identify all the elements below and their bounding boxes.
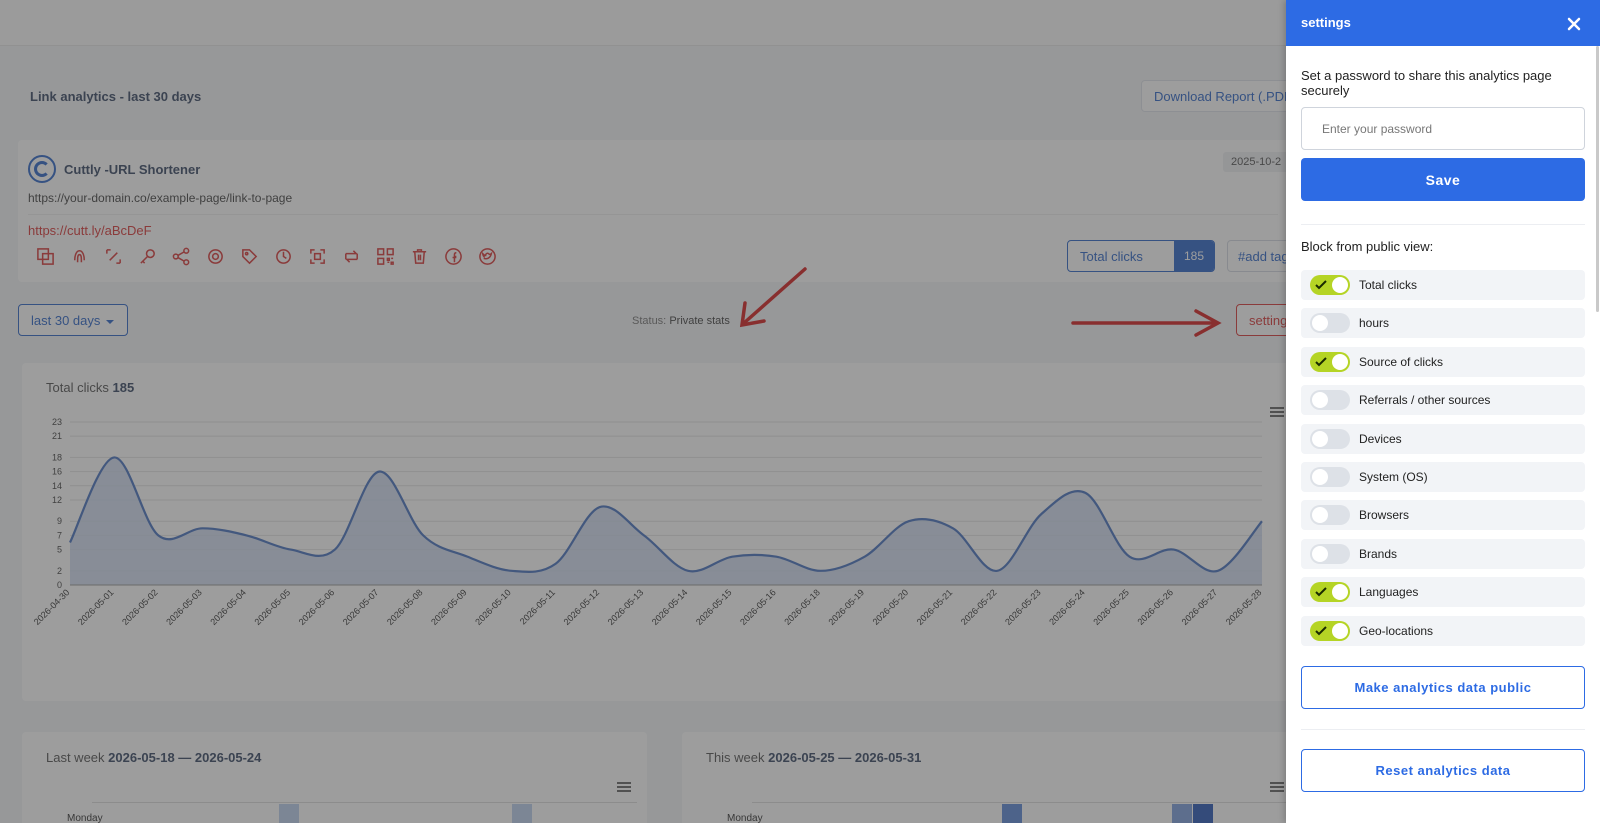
block-toggle-list: Total clicks hours Source of clicks Referra… <box>1301 270 1585 654</box>
save-password-button[interactable]: Save <box>1301 158 1585 201</box>
toggle-knob <box>1332 277 1348 293</box>
toggle-knob <box>1312 430 1328 447</box>
password-description: Set a password to share this analytics p… <box>1301 68 1552 98</box>
settings-panel-header: settings <box>1286 0 1600 46</box>
toggle-switch[interactable] <box>1310 313 1350 334</box>
block-toggle-row[interactable]: Browsers <box>1301 500 1585 531</box>
toggle-label: Browsers <box>1359 508 1410 523</box>
block-toggle-row[interactable]: Devices <box>1301 423 1585 454</box>
toggle-knob <box>1312 507 1328 524</box>
toggle-knob <box>1332 584 1348 601</box>
toggle-knob <box>1332 353 1348 370</box>
panel-divider <box>1301 729 1585 730</box>
toggle-label: Total clicks <box>1359 278 1418 292</box>
toggle-knob <box>1312 315 1328 332</box>
make-public-button[interactable]: Make analytics data public <box>1301 666 1585 709</box>
toggle-switch[interactable] <box>1310 275 1350 295</box>
settings-panel-title: settings <box>1301 15 1351 30</box>
check-icon <box>1315 625 1327 635</box>
panel-divider <box>1301 224 1585 225</box>
toggle-label: Devices <box>1359 431 1402 446</box>
block-toggle-row[interactable]: System (OS) <box>1301 461 1585 492</box>
toggle-switch[interactable] <box>1310 505 1350 526</box>
password-input[interactable] <box>1301 107 1585 150</box>
toggle-label: Referrals / other sources <box>1359 393 1491 408</box>
check-icon <box>1315 587 1327 597</box>
toggle-knob <box>1312 545 1328 562</box>
toggle-label: System (OS) <box>1359 469 1428 484</box>
toggle-switch[interactable] <box>1310 582 1350 603</box>
toggle-knob <box>1332 622 1348 639</box>
block-toggle-row[interactable]: Languages <box>1301 577 1585 608</box>
check-icon <box>1315 280 1327 290</box>
toggle-knob <box>1312 468 1328 485</box>
toggle-switch[interactable] <box>1310 428 1350 449</box>
block-toggle-row[interactable]: hours <box>1301 308 1585 339</box>
close-icon[interactable] <box>1564 14 1584 34</box>
toggle-switch[interactable] <box>1310 543 1350 564</box>
toggle-label: Brands <box>1359 546 1398 561</box>
toggle-label: Geo-locations <box>1359 623 1434 638</box>
block-toggle-row[interactable]: Geo-locations <box>1301 615 1585 646</box>
block-toggle-row[interactable]: Referrals / other sources <box>1301 385 1585 416</box>
toggle-switch[interactable] <box>1310 466 1350 487</box>
block-toggle-row[interactable]: Total clicks <box>1301 270 1585 300</box>
toggle-label: Languages <box>1359 585 1419 600</box>
toggle-label: Source of clicks <box>1359 354 1444 369</box>
toggle-switch[interactable] <box>1310 351 1350 372</box>
panel-scrollbar[interactable] <box>1596 46 1599 312</box>
toggle-label: hours <box>1359 316 1390 331</box>
check-icon <box>1315 357 1327 367</box>
reset-analytics-button[interactable]: Reset analytics data <box>1301 749 1585 792</box>
toggle-knob <box>1312 392 1328 409</box>
block-toggle-row[interactable]: Source of clicks <box>1301 346 1585 377</box>
toggle-switch[interactable] <box>1310 620 1350 641</box>
settings-panel: settings Set a password to share this an… <box>1286 0 1600 823</box>
toggle-switch[interactable] <box>1310 390 1350 411</box>
block-heading: Block from public view: <box>1301 239 1434 254</box>
block-toggle-row[interactable]: Brands <box>1301 538 1585 569</box>
